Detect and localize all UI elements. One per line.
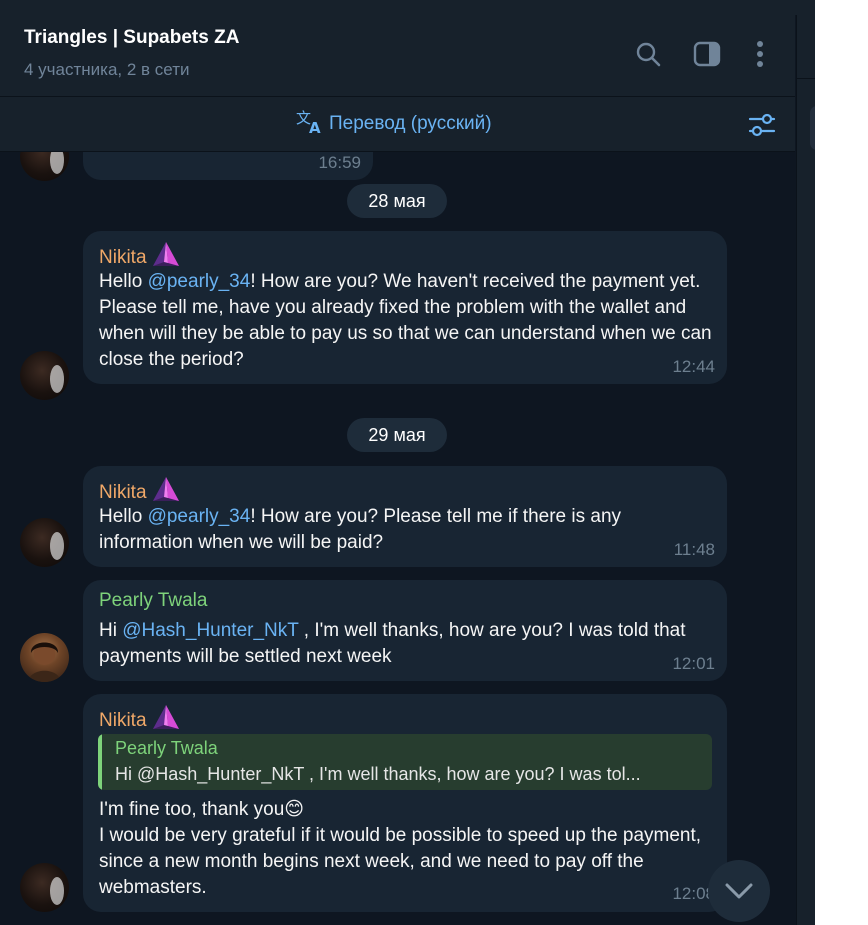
search-icon[interactable] xyxy=(633,39,663,69)
divider xyxy=(797,78,815,79)
translate-label: Перевод (русский) xyxy=(329,113,492,134)
right-side-panel xyxy=(796,15,815,925)
message-time: 12:44 xyxy=(672,357,715,376)
message-time: 12:01 xyxy=(672,654,715,673)
message-text: I'm fine too, thank you😊 I would be very… xyxy=(99,797,715,901)
chevron-down-icon xyxy=(725,883,753,899)
message-text: Hi @Hash_Hunter_NkT , I'm well thanks, h… xyxy=(99,620,686,667)
message-bubble[interactable]: Nikita Hello @pearly_34! How are you? Pl… xyxy=(83,466,727,567)
settings-sliders-icon[interactable] xyxy=(748,111,776,139)
avatar-portrait xyxy=(28,642,61,682)
message-text: Hello @pearly_34! How are you? Please te… xyxy=(99,506,622,553)
avatar[interactable] xyxy=(20,518,69,567)
message-sender[interactable]: Pearly Twala xyxy=(99,590,207,612)
svg-text:A: A xyxy=(309,119,321,135)
message-time: 16:59 xyxy=(318,153,361,172)
side-panel-handle[interactable] xyxy=(810,106,815,150)
chat-title[interactable]: Triangles | Supabets ZA xyxy=(24,27,239,49)
reply-text: Hi @Hash_Hunter_NkT , I'm well thanks, h… xyxy=(115,764,641,784)
mention-link[interactable]: @pearly_34 xyxy=(148,506,251,527)
message-bubble[interactable]: Nikita Pearly Twala Hi @Hash_Hunter_NkT … xyxy=(83,694,727,912)
mention-link[interactable]: @pearly_34 xyxy=(148,271,251,292)
date-separator: 29 мая xyxy=(347,418,447,452)
sender-name: Nikita xyxy=(99,482,147,503)
message-bubble[interactable]: Pearly Twala Hi @Hash_Hunter_NkT , I'm w… xyxy=(83,580,727,681)
message-line: I'm fine too, thank you xyxy=(99,799,285,820)
message-time: 11:48 xyxy=(673,540,715,559)
message-bubble-partial[interactable]: 16:59 xyxy=(83,152,373,180)
window-top-strip xyxy=(0,0,815,15)
translate-button[interactable]: 文 A Перевод (русский) xyxy=(296,109,492,139)
more-vertical-icon[interactable] xyxy=(745,39,775,69)
sender-name: Nikita xyxy=(99,710,147,731)
chat-member-status: 4 участника, 2 в сети xyxy=(24,60,190,79)
reply-sender: Pearly Twala xyxy=(115,738,218,758)
translation-bar: 文 A Перевод (русский) xyxy=(0,97,795,152)
mention-link[interactable]: @Hash_Hunter_NkT xyxy=(122,620,298,641)
sender-name: Nikita xyxy=(99,247,147,268)
avatar[interactable] xyxy=(20,351,69,400)
telegram-window: Triangles | Supabets ZA 4 участника, 2 в… xyxy=(0,0,815,925)
translate-icon: 文 A xyxy=(296,109,324,140)
message-line: I would be very grateful if it would be … xyxy=(99,825,702,898)
message-text: Hello @pearly_34! How are you? We haven'… xyxy=(99,271,712,370)
triangle-emoji-icon xyxy=(149,704,181,736)
scroll-to-bottom-button[interactable] xyxy=(708,860,770,922)
avatar[interactable] xyxy=(20,633,69,682)
reply-quote[interactable]: Pearly Twala Hi @Hash_Hunter_NkT , I'm w… xyxy=(98,734,712,790)
message-sender[interactable]: Nikita xyxy=(99,704,181,736)
chat-panel: Triangles | Supabets ZA 4 участника, 2 в… xyxy=(0,15,795,925)
reply-accent-bar xyxy=(98,734,102,790)
sidebar-toggle-icon[interactable] xyxy=(692,39,722,69)
chat-header[interactable]: Triangles | Supabets ZA 4 участника, 2 в… xyxy=(0,15,795,97)
avatar[interactable] xyxy=(20,863,69,912)
date-separator: 28 мая xyxy=(347,184,447,218)
message-list[interactable]: 16:59 28 мая Nikita Hello @pearly_34! Ho… xyxy=(0,152,795,925)
smiling-face-emoji-icon: 😊 xyxy=(284,799,305,820)
avatar[interactable] xyxy=(20,152,69,181)
message-bubble[interactable]: Nikita Hello @pearly_34! How are you? We… xyxy=(83,231,727,384)
